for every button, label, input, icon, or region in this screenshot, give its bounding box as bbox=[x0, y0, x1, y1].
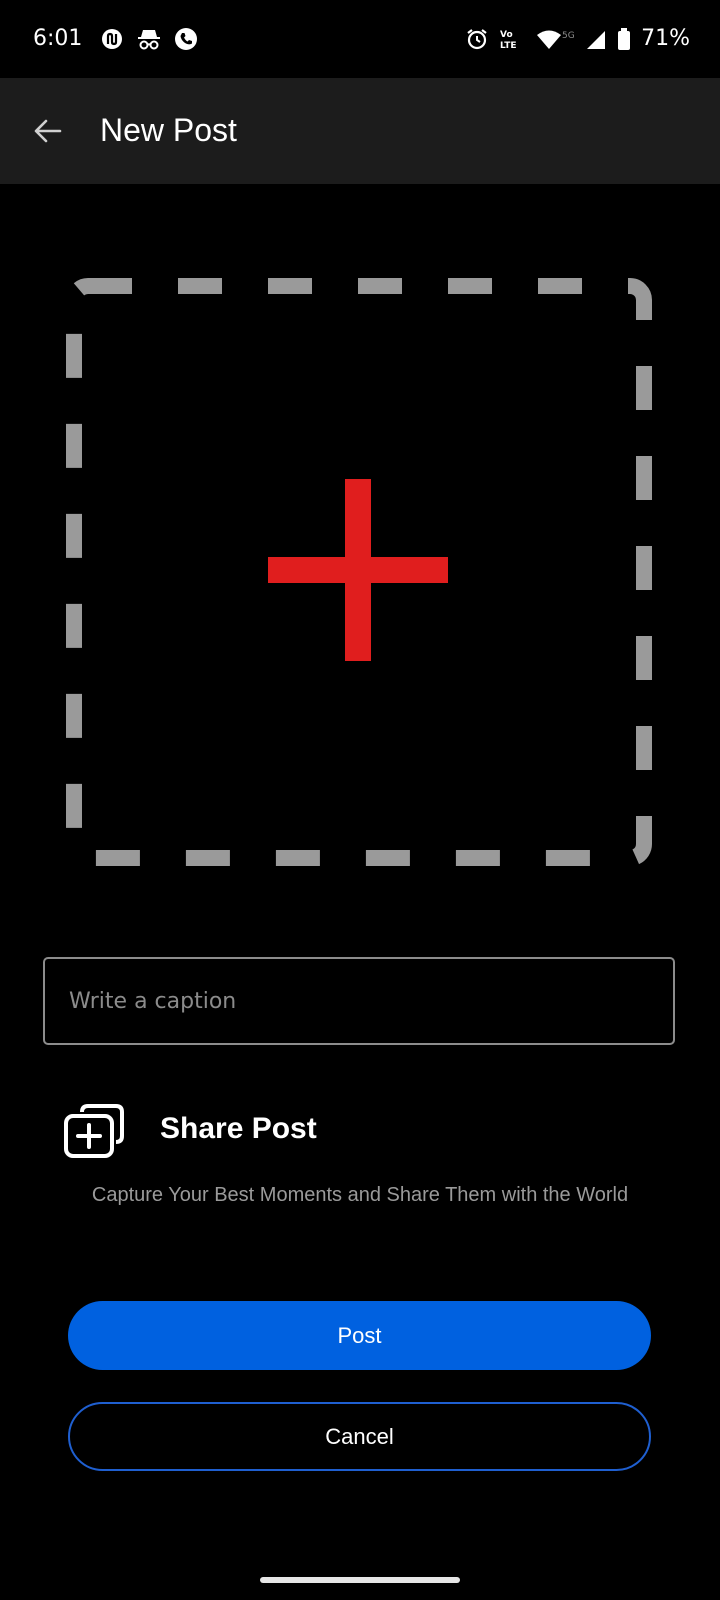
battery-percentage: 71% bbox=[641, 26, 690, 51]
app-notification-icon bbox=[100, 27, 124, 51]
battery-icon bbox=[617, 27, 631, 51]
share-post-subtitle: Capture Your Best Moments and Share Them… bbox=[91, 1184, 629, 1206]
page-title: New Post bbox=[100, 112, 237, 148]
phone-app-icon bbox=[174, 27, 198, 51]
cellular-signal-icon bbox=[585, 27, 607, 51]
add-to-gallery-icon bbox=[62, 1100, 126, 1160]
status-bar: 6:01 Vo LTE 5G 71% bbox=[0, 0, 720, 78]
volte-icon: Vo LTE bbox=[499, 27, 525, 51]
caption-input[interactable] bbox=[43, 957, 675, 1045]
svg-text:LTE: LTE bbox=[500, 41, 517, 51]
network-type-label: 5G bbox=[562, 31, 575, 41]
post-button[interactable]: Post bbox=[68, 1301, 651, 1370]
arrow-left-icon bbox=[32, 115, 64, 147]
notification-icons bbox=[100, 27, 198, 51]
app-bar: New Post bbox=[0, 78, 720, 184]
alarm-icon bbox=[465, 27, 489, 51]
wifi-icon: 5G bbox=[535, 27, 575, 51]
image-upload-area[interactable] bbox=[66, 278, 652, 866]
share-post-title: Share Post bbox=[160, 1112, 317, 1145]
svg-text:Vo: Vo bbox=[500, 30, 513, 40]
home-indicator[interactable] bbox=[260, 1577, 460, 1583]
system-status: Vo LTE 5G 71% bbox=[465, 26, 690, 51]
incognito-icon bbox=[136, 27, 162, 51]
status-time: 6:01 bbox=[33, 26, 83, 51]
back-button[interactable] bbox=[22, 105, 74, 157]
cancel-button[interactable]: Cancel bbox=[68, 1402, 651, 1471]
plus-icon bbox=[66, 278, 652, 866]
